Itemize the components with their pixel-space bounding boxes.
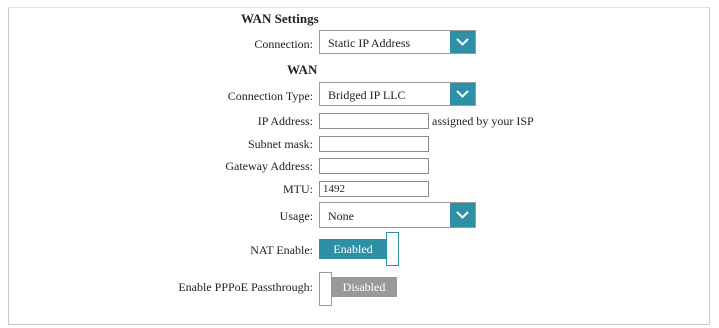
gateway-label: Gateway Address: — [225, 159, 313, 173]
connection-select[interactable]: Static IP Address — [319, 30, 476, 54]
connection-type-label: Connection Type: — [227, 89, 313, 103]
connection-label: Connection: — [254, 37, 313, 51]
usage-label: Usage: — [279, 209, 313, 223]
nat-toggle-state: Enabled — [319, 239, 387, 259]
wan-title: WAN — [287, 62, 318, 77]
ip-address-hint: assigned by your ISP — [432, 114, 534, 128]
nat-toggle-knob[interactable] — [386, 232, 399, 266]
gateway-input[interactable] — [319, 158, 429, 174]
usage-select[interactable]: None — [319, 202, 476, 228]
mtu-label: MTU: — [283, 182, 313, 196]
chevron-down-icon — [456, 90, 469, 98]
chevron-down-icon — [456, 211, 469, 219]
connection-value: Static IP Address — [328, 36, 411, 50]
connection-type-dropdown-button[interactable] — [450, 83, 475, 105]
connection-type-value: Bridged IP LLC — [328, 88, 406, 102]
pppoe-toggle-state: Disabled — [331, 277, 397, 297]
subnet-mask-label: Subnet mask: — [248, 137, 313, 151]
nat-label: NAT Enable: — [250, 243, 313, 257]
chevron-down-icon — [456, 38, 469, 46]
subnet-mask-input[interactable] — [319, 136, 429, 152]
mtu-input[interactable]: 1492 — [319, 181, 429, 197]
ip-address-label: IP Address: — [257, 114, 313, 128]
pppoe-toggle[interactable]: Disabled — [319, 272, 399, 306]
pppoe-label: Enable PPPoE Passthrough: — [178, 280, 313, 294]
connection-dropdown-button[interactable] — [450, 31, 475, 53]
connection-type-select[interactable]: Bridged IP LLC — [319, 82, 476, 106]
usage-dropdown-button[interactable] — [450, 203, 475, 227]
nat-toggle[interactable]: Enabled — [319, 232, 399, 266]
usage-value: None — [328, 209, 354, 223]
ip-address-input[interactable] — [319, 113, 429, 129]
section-title: WAN Settings — [241, 11, 319, 26]
